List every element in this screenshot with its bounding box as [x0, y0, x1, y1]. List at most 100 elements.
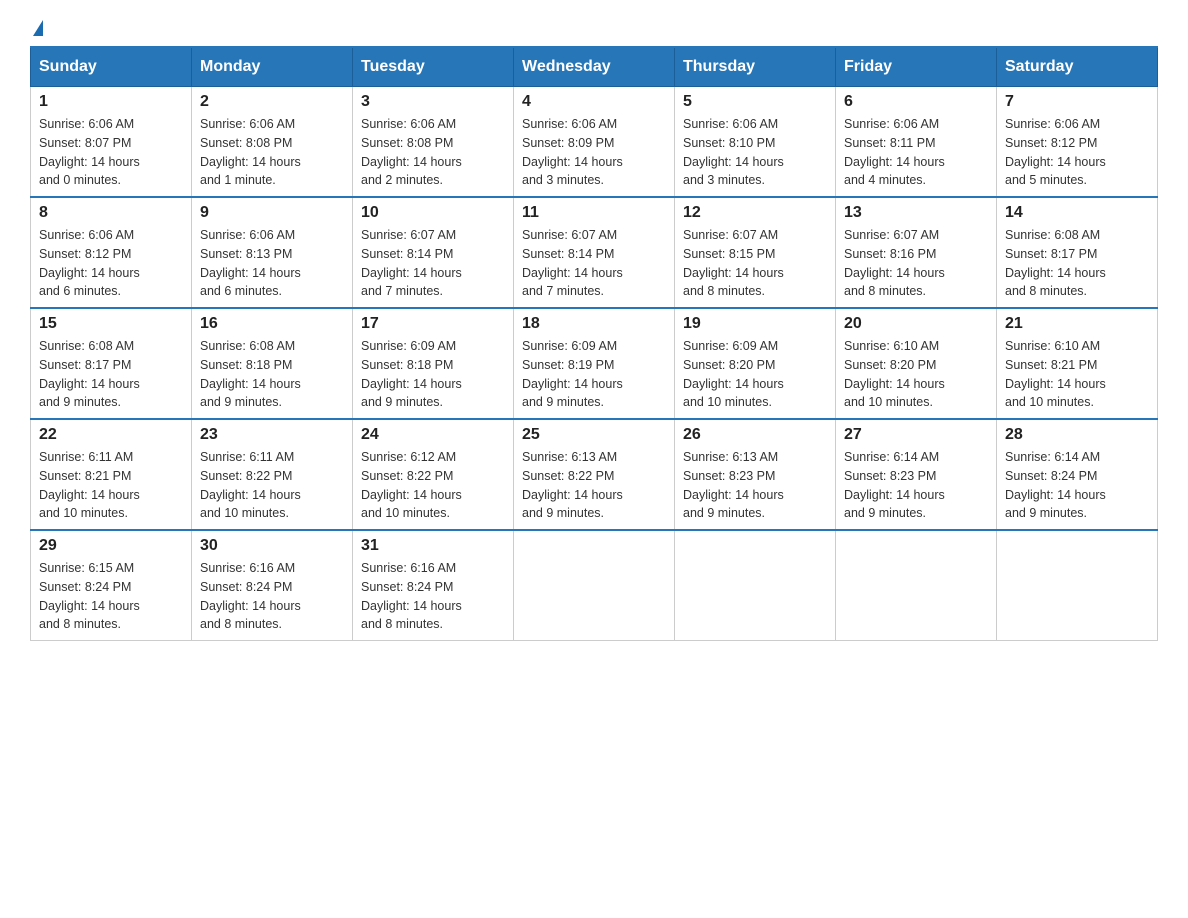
logo — [30, 20, 43, 36]
calendar-cell: 31 Sunrise: 6:16 AM Sunset: 8:24 PM Dayl… — [353, 530, 514, 641]
calendar-cell: 4 Sunrise: 6:06 AM Sunset: 8:09 PM Dayli… — [514, 87, 675, 198]
calendar-cell: 8 Sunrise: 6:06 AM Sunset: 8:12 PM Dayli… — [31, 197, 192, 308]
calendar-week-row: 15 Sunrise: 6:08 AM Sunset: 8:17 PM Dayl… — [31, 308, 1158, 419]
day-number: 25 — [522, 426, 666, 444]
calendar-cell: 12 Sunrise: 6:07 AM Sunset: 8:15 PM Dayl… — [675, 197, 836, 308]
day-number: 5 — [683, 93, 827, 111]
column-header-friday: Friday — [836, 47, 997, 87]
day-number: 23 — [200, 426, 344, 444]
calendar-cell: 11 Sunrise: 6:07 AM Sunset: 8:14 PM Dayl… — [514, 197, 675, 308]
calendar-cell: 25 Sunrise: 6:13 AM Sunset: 8:22 PM Dayl… — [514, 419, 675, 530]
calendar-cell: 6 Sunrise: 6:06 AM Sunset: 8:11 PM Dayli… — [836, 87, 997, 198]
column-header-tuesday: Tuesday — [353, 47, 514, 87]
calendar-cell: 23 Sunrise: 6:11 AM Sunset: 8:22 PM Dayl… — [192, 419, 353, 530]
day-number: 29 — [39, 537, 183, 555]
calendar-cell: 13 Sunrise: 6:07 AM Sunset: 8:16 PM Dayl… — [836, 197, 997, 308]
day-info: Sunrise: 6:16 AM Sunset: 8:24 PM Dayligh… — [361, 559, 505, 634]
calendar-header-row: SundayMondayTuesdayWednesdayThursdayFrid… — [31, 47, 1158, 87]
day-info: Sunrise: 6:07 AM Sunset: 8:15 PM Dayligh… — [683, 226, 827, 301]
day-info: Sunrise: 6:07 AM Sunset: 8:14 PM Dayligh… — [361, 226, 505, 301]
column-header-sunday: Sunday — [31, 47, 192, 87]
calendar-cell: 5 Sunrise: 6:06 AM Sunset: 8:10 PM Dayli… — [675, 87, 836, 198]
day-number: 6 — [844, 93, 988, 111]
calendar-cell: 26 Sunrise: 6:13 AM Sunset: 8:23 PM Dayl… — [675, 419, 836, 530]
day-number: 2 — [200, 93, 344, 111]
day-number: 13 — [844, 204, 988, 222]
calendar-week-row: 29 Sunrise: 6:15 AM Sunset: 8:24 PM Dayl… — [31, 530, 1158, 641]
day-info: Sunrise: 6:14 AM Sunset: 8:24 PM Dayligh… — [1005, 448, 1149, 523]
calendar-cell: 10 Sunrise: 6:07 AM Sunset: 8:14 PM Dayl… — [353, 197, 514, 308]
day-number: 16 — [200, 315, 344, 333]
calendar-cell — [836, 530, 997, 641]
day-info: Sunrise: 6:13 AM Sunset: 8:23 PM Dayligh… — [683, 448, 827, 523]
day-info: Sunrise: 6:06 AM Sunset: 8:13 PM Dayligh… — [200, 226, 344, 301]
calendar-cell: 14 Sunrise: 6:08 AM Sunset: 8:17 PM Dayl… — [997, 197, 1158, 308]
day-number: 31 — [361, 537, 505, 555]
calendar-cell: 1 Sunrise: 6:06 AM Sunset: 8:07 PM Dayli… — [31, 87, 192, 198]
day-number: 27 — [844, 426, 988, 444]
day-info: Sunrise: 6:11 AM Sunset: 8:21 PM Dayligh… — [39, 448, 183, 523]
calendar-week-row: 8 Sunrise: 6:06 AM Sunset: 8:12 PM Dayli… — [31, 197, 1158, 308]
calendar-cell: 24 Sunrise: 6:12 AM Sunset: 8:22 PM Dayl… — [353, 419, 514, 530]
day-number: 19 — [683, 315, 827, 333]
day-info: Sunrise: 6:13 AM Sunset: 8:22 PM Dayligh… — [522, 448, 666, 523]
day-number: 18 — [522, 315, 666, 333]
calendar-cell: 15 Sunrise: 6:08 AM Sunset: 8:17 PM Dayl… — [31, 308, 192, 419]
day-number: 4 — [522, 93, 666, 111]
day-number: 15 — [39, 315, 183, 333]
day-number: 17 — [361, 315, 505, 333]
day-info: Sunrise: 6:09 AM Sunset: 8:20 PM Dayligh… — [683, 337, 827, 412]
day-number: 8 — [39, 204, 183, 222]
logo-triangle-icon — [33, 20, 43, 36]
day-info: Sunrise: 6:10 AM Sunset: 8:21 PM Dayligh… — [1005, 337, 1149, 412]
day-info: Sunrise: 6:06 AM Sunset: 8:11 PM Dayligh… — [844, 115, 988, 190]
day-info: Sunrise: 6:08 AM Sunset: 8:17 PM Dayligh… — [39, 337, 183, 412]
calendar-cell: 16 Sunrise: 6:08 AM Sunset: 8:18 PM Dayl… — [192, 308, 353, 419]
column-header-saturday: Saturday — [997, 47, 1158, 87]
calendar-cell: 7 Sunrise: 6:06 AM Sunset: 8:12 PM Dayli… — [997, 87, 1158, 198]
column-header-wednesday: Wednesday — [514, 47, 675, 87]
day-info: Sunrise: 6:14 AM Sunset: 8:23 PM Dayligh… — [844, 448, 988, 523]
day-info: Sunrise: 6:08 AM Sunset: 8:18 PM Dayligh… — [200, 337, 344, 412]
day-info: Sunrise: 6:06 AM Sunset: 8:08 PM Dayligh… — [200, 115, 344, 190]
calendar-cell: 17 Sunrise: 6:09 AM Sunset: 8:18 PM Dayl… — [353, 308, 514, 419]
column-header-thursday: Thursday — [675, 47, 836, 87]
day-info: Sunrise: 6:08 AM Sunset: 8:17 PM Dayligh… — [1005, 226, 1149, 301]
day-info: Sunrise: 6:06 AM Sunset: 8:10 PM Dayligh… — [683, 115, 827, 190]
day-info: Sunrise: 6:11 AM Sunset: 8:22 PM Dayligh… — [200, 448, 344, 523]
day-number: 7 — [1005, 93, 1149, 111]
day-number: 24 — [361, 426, 505, 444]
calendar-cell: 21 Sunrise: 6:10 AM Sunset: 8:21 PM Dayl… — [997, 308, 1158, 419]
day-number: 20 — [844, 315, 988, 333]
calendar-table: SundayMondayTuesdayWednesdayThursdayFrid… — [30, 46, 1158, 641]
calendar-week-row: 1 Sunrise: 6:06 AM Sunset: 8:07 PM Dayli… — [31, 87, 1158, 198]
day-info: Sunrise: 6:06 AM Sunset: 8:07 PM Dayligh… — [39, 115, 183, 190]
calendar-cell: 28 Sunrise: 6:14 AM Sunset: 8:24 PM Dayl… — [997, 419, 1158, 530]
calendar-cell: 18 Sunrise: 6:09 AM Sunset: 8:19 PM Dayl… — [514, 308, 675, 419]
day-info: Sunrise: 6:16 AM Sunset: 8:24 PM Dayligh… — [200, 559, 344, 634]
day-number: 11 — [522, 204, 666, 222]
day-info: Sunrise: 6:06 AM Sunset: 8:12 PM Dayligh… — [39, 226, 183, 301]
calendar-cell — [997, 530, 1158, 641]
day-number: 12 — [683, 204, 827, 222]
day-number: 14 — [1005, 204, 1149, 222]
day-number: 1 — [39, 93, 183, 111]
day-number: 10 — [361, 204, 505, 222]
calendar-cell: 20 Sunrise: 6:10 AM Sunset: 8:20 PM Dayl… — [836, 308, 997, 419]
day-number: 21 — [1005, 315, 1149, 333]
day-number: 26 — [683, 426, 827, 444]
day-info: Sunrise: 6:12 AM Sunset: 8:22 PM Dayligh… — [361, 448, 505, 523]
calendar-cell: 22 Sunrise: 6:11 AM Sunset: 8:21 PM Dayl… — [31, 419, 192, 530]
day-info: Sunrise: 6:09 AM Sunset: 8:19 PM Dayligh… — [522, 337, 666, 412]
calendar-cell: 19 Sunrise: 6:09 AM Sunset: 8:20 PM Dayl… — [675, 308, 836, 419]
day-info: Sunrise: 6:07 AM Sunset: 8:14 PM Dayligh… — [522, 226, 666, 301]
day-number: 30 — [200, 537, 344, 555]
calendar-week-row: 22 Sunrise: 6:11 AM Sunset: 8:21 PM Dayl… — [31, 419, 1158, 530]
day-info: Sunrise: 6:07 AM Sunset: 8:16 PM Dayligh… — [844, 226, 988, 301]
calendar-cell: 30 Sunrise: 6:16 AM Sunset: 8:24 PM Dayl… — [192, 530, 353, 641]
calendar-cell: 2 Sunrise: 6:06 AM Sunset: 8:08 PM Dayli… — [192, 87, 353, 198]
column-header-monday: Monday — [192, 47, 353, 87]
day-info: Sunrise: 6:10 AM Sunset: 8:20 PM Dayligh… — [844, 337, 988, 412]
calendar-cell: 27 Sunrise: 6:14 AM Sunset: 8:23 PM Dayl… — [836, 419, 997, 530]
day-number: 3 — [361, 93, 505, 111]
